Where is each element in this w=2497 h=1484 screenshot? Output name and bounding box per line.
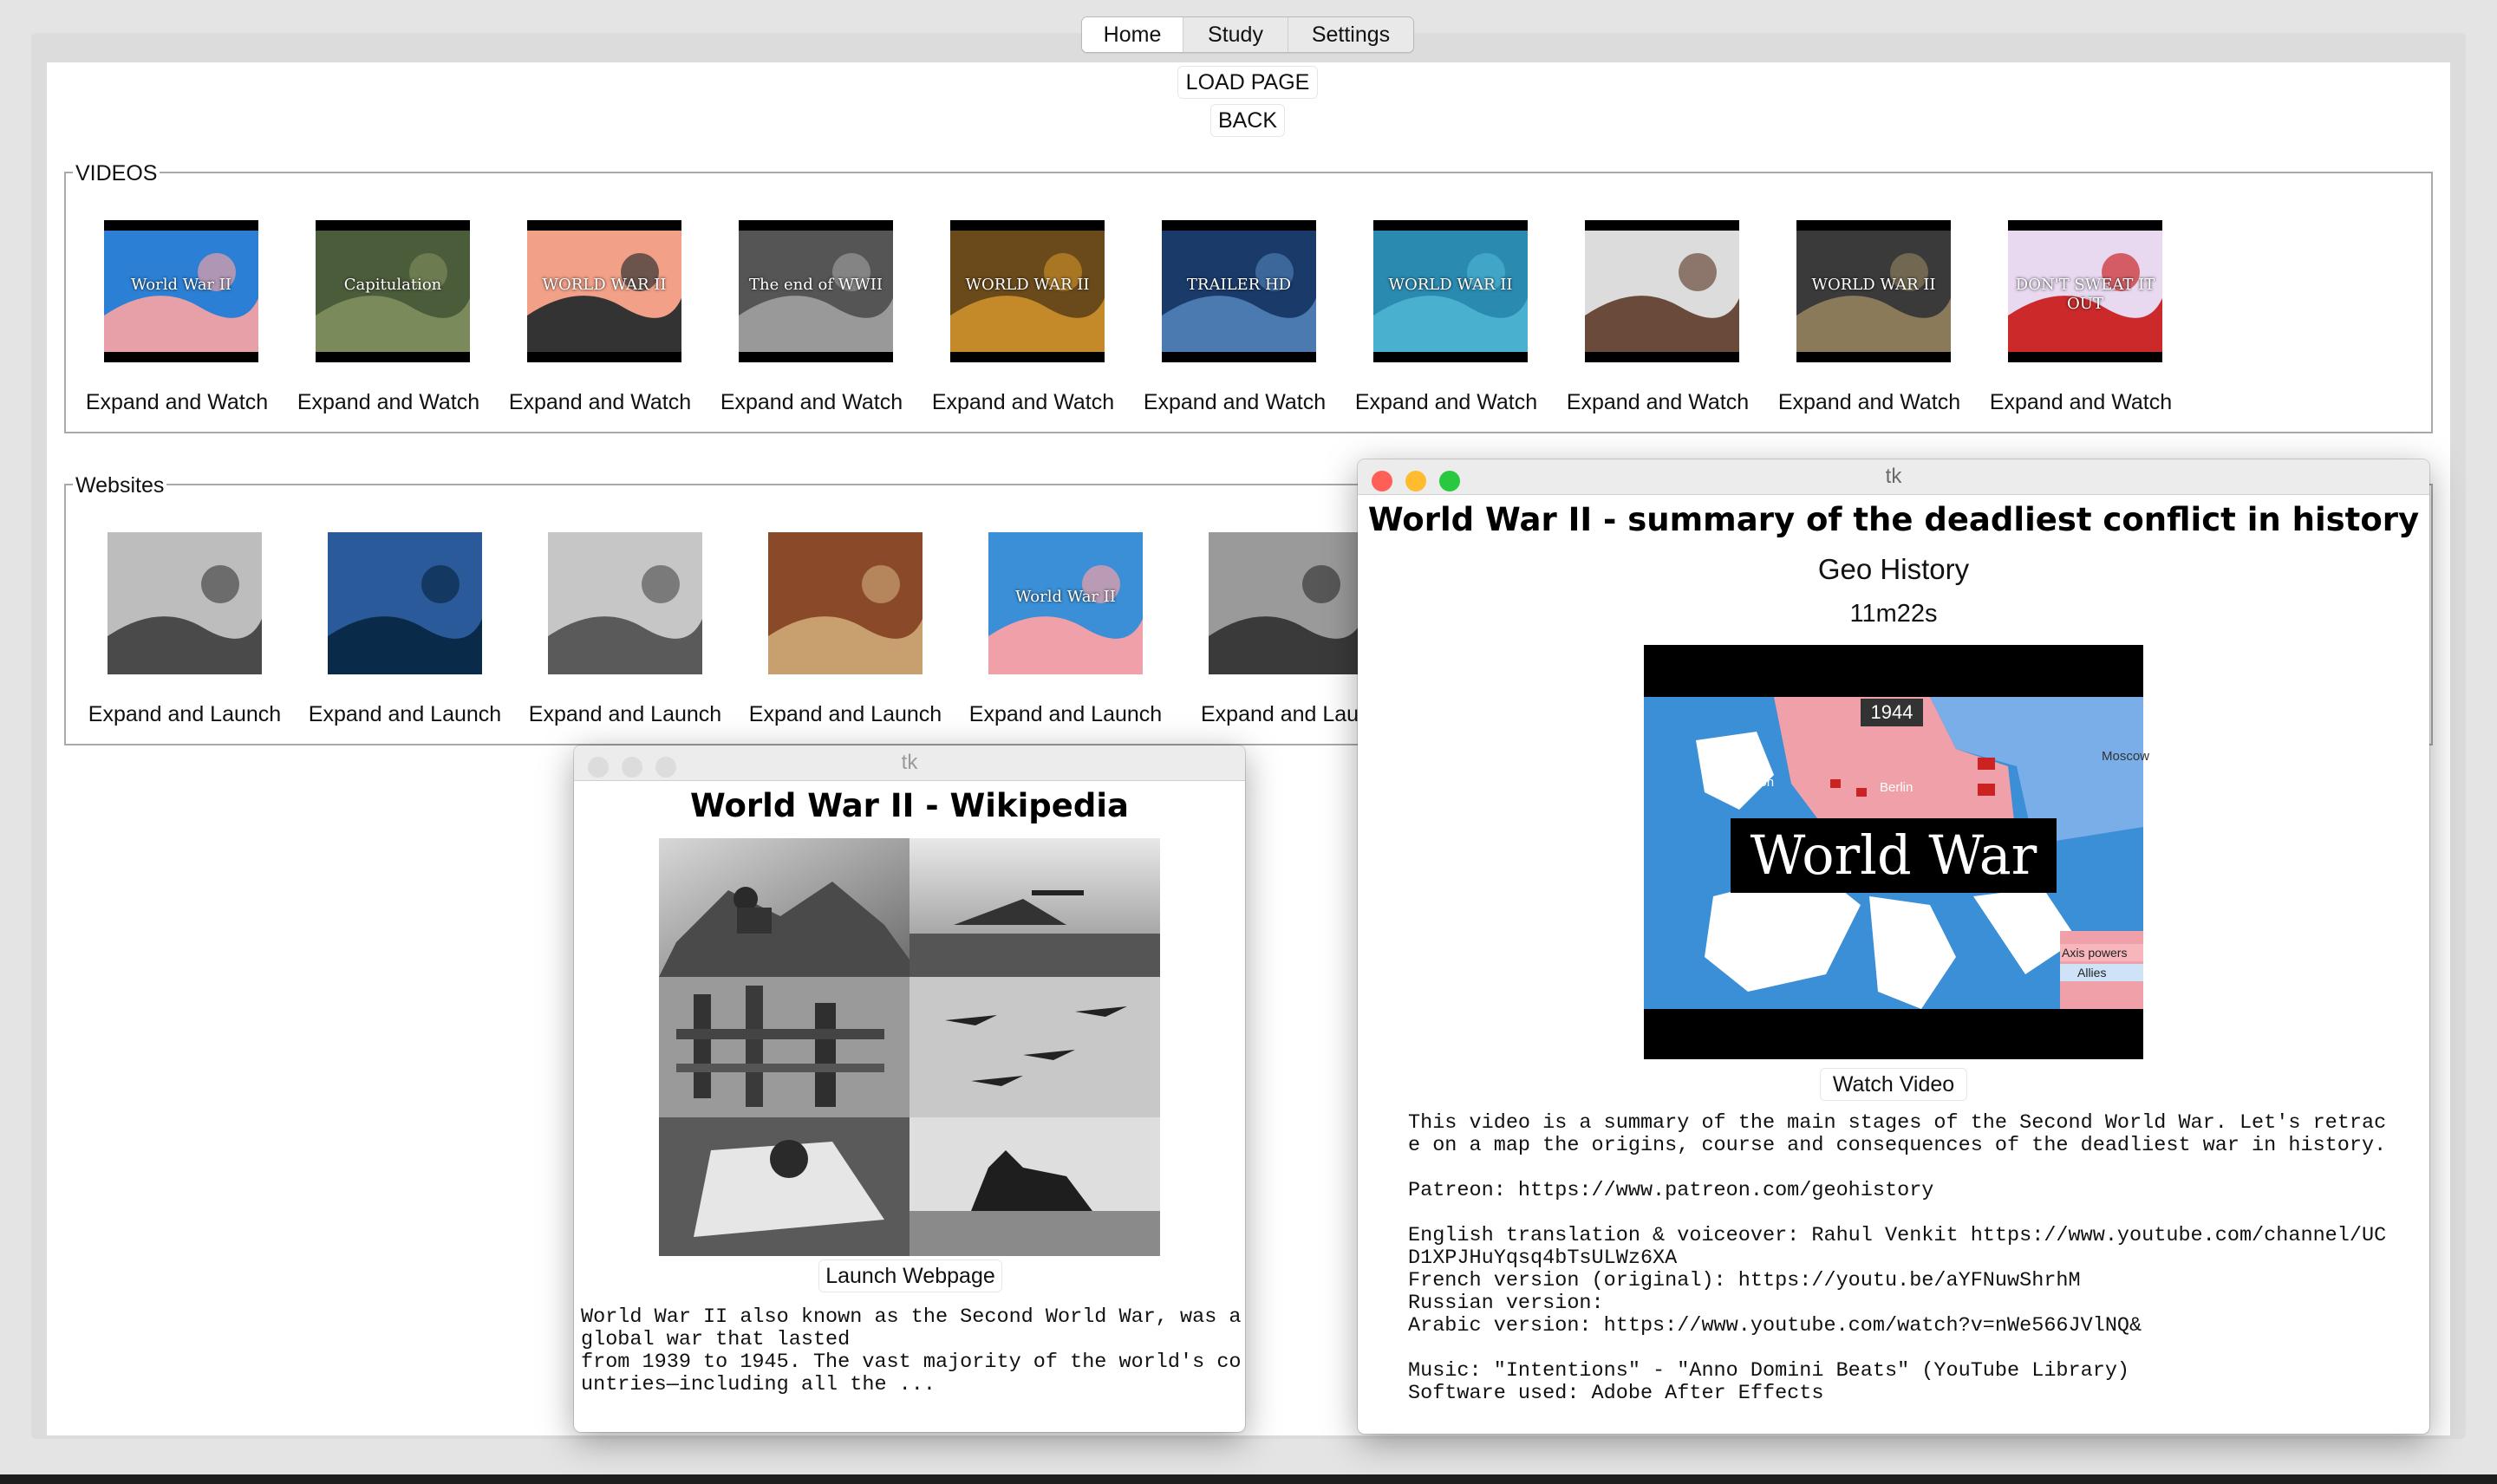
video-description-line (1408, 1338, 2386, 1360)
video-description-line: Russian version: (1408, 1292, 1604, 1315)
map-legend-allies: Allies (2077, 966, 2107, 980)
wikipedia-collage-image (659, 838, 1160, 1256)
video-description-line: French version (original): https://youtu… (1408, 1269, 2081, 1292)
website-thumbnail-6 (1209, 532, 1363, 674)
video-description-line: D1XPJHuYqsq4bTsULWz6XA (1408, 1246, 1678, 1270)
load-page-button[interactable]: LOAD PAGE (1177, 66, 1318, 99)
map-label-moscow: Moscow (2102, 749, 2150, 764)
video-thumbnail-7: WORLD WAR II (1373, 220, 1528, 362)
expand-and-launch-button-4[interactable]: Expand and Launch (742, 699, 949, 730)
wikipedia-summary: World War II also known as the Second Wo… (581, 1306, 1242, 1396)
video-thumbnail-2: Capitulation (316, 220, 470, 362)
video-thumbnail-3: WORLD WAR II (527, 220, 681, 362)
thumbnail-caption: Capitulation (343, 276, 442, 294)
expand-and-watch-button-1[interactable]: Expand and Watch (78, 387, 276, 418)
video-channel: Geo History (1817, 553, 1970, 585)
map-label-london: London (1731, 775, 1775, 790)
thumbnail-caption: World War II (131, 276, 231, 294)
video-description-line: e on a map the origins, course and conse… (1408, 1134, 2387, 1157)
screen-bottom-edge (0, 1474, 2497, 1484)
expand-and-watch-button-7[interactable]: Expand and Watch (1347, 387, 1545, 418)
expand-and-watch-button-4[interactable]: Expand and Watch (713, 387, 910, 418)
expand-and-watch-button-9[interactable]: Expand and Watch (1770, 387, 1968, 418)
wikipedia-summary-line: World War II also known as the Second Wo… (581, 1305, 1242, 1329)
window-title: tk (1885, 465, 1902, 488)
thumbnail-caption: WORLD WAR II (1811, 276, 1936, 294)
website-thumbnail-3 (548, 532, 702, 674)
video-thumbnail-10: DON'T SWEAT IT OUT (2008, 220, 2162, 362)
website-thumbnail-1 (108, 532, 262, 674)
thumbnail-caption: TRAILER HD (1186, 276, 1292, 294)
expand-and-watch-button-8[interactable]: Expand and Watch (1559, 387, 1757, 418)
video-thumbnail-title: World War II (1750, 823, 2037, 961)
map-label-berlin: Berlin (1880, 780, 1913, 795)
video-description-line (1408, 1157, 2386, 1180)
wikipedia-heading: World War II - Wikipedia (690, 787, 1129, 824)
video-thumbnail-4: The end of WWII (739, 220, 893, 362)
wikipedia-window-titlebar[interactable]: tk (574, 745, 1245, 781)
video-window-titlebar[interactable]: tk (1358, 459, 2429, 495)
website-thumbnail-2 (328, 532, 482, 674)
video-description-line: Music: "Intentions" - "Anno Domini Beats… (1408, 1359, 2130, 1383)
window-title: tk (901, 751, 918, 774)
website-thumbnail-5: World War II (988, 532, 1143, 674)
video-thumbnail-5: WORLD WAR II (950, 220, 1105, 362)
website-thumbnail-4 (768, 532, 923, 674)
thumbnail-caption: World War II (1015, 588, 1116, 606)
thumbnail-caption: WORLD WAR II (965, 276, 1090, 294)
wikipedia-summary-line: untries—including all the ... (581, 1373, 936, 1396)
thumbnail-caption: DON'T SWEAT IT OUT (2015, 276, 2155, 313)
tab-home[interactable]: Home (1082, 17, 1183, 52)
expand-and-launch-button-1[interactable]: Expand and Launch (81, 699, 288, 730)
video-description-line: Software used: Adobe After Effects (1408, 1382, 1824, 1405)
video-thumbnail-1: World War II (104, 220, 258, 362)
tab-bar: Home Study Settings (1081, 16, 1414, 53)
video-thumbnail-6: TRAILER HD (1162, 220, 1316, 362)
expand-and-launch-button-2[interactable]: Expand and Launch (302, 699, 508, 730)
map-legend-axis: Axis powers (2062, 946, 2128, 960)
back-button[interactable]: BACK (1210, 104, 1285, 137)
video-heading: World War II - summary of the deadliest … (1367, 501, 2420, 538)
video-description: This video is a summary of the main stag… (1408, 1112, 2386, 1405)
video-description-line (1408, 1202, 2386, 1225)
expand-and-watch-button-5[interactable]: Expand and Watch (924, 387, 1122, 418)
tab-settings[interactable]: Settings (1288, 17, 1413, 52)
video-description-line: English translation & voiceover: Rahul V… (1408, 1224, 2387, 1247)
tab-study[interactable]: Study (1183, 17, 1288, 52)
video-description-line: Arabic version: https://www.youtube.com/… (1408, 1314, 2142, 1338)
expand-and-launch-button-5[interactable]: Expand and Launch (962, 699, 1169, 730)
video-thumbnail-9: WORLD WAR II (1796, 220, 1951, 362)
wikipedia-summary-line: global war that lasted (581, 1328, 851, 1351)
websites-group-title: Websites (73, 473, 167, 498)
expand-and-launch-button-3[interactable]: Expand and Launch (522, 699, 728, 730)
video-duration: 11m22s (1849, 600, 1938, 628)
video-description-line: Patreon: https://www.patreon.com/geohist… (1408, 1179, 1934, 1202)
video-detail-window: tk World War II - summary of the deadlie… (1358, 459, 2429, 1434)
expand-and-watch-button-2[interactable]: Expand and Watch (290, 387, 487, 418)
wikipedia-window: tk World War II - Wikipedia Launch Webpa… (574, 745, 1245, 1432)
thumbnail-caption: WORLD WAR II (542, 276, 667, 294)
expand-and-watch-button-3[interactable]: Expand and Watch (501, 387, 699, 418)
video-thumbnail-year: 1944 (1870, 701, 1913, 723)
video-description-line: This video is a summary of the main stag… (1408, 1111, 2387, 1135)
expand-and-watch-button-10[interactable]: Expand and Watch (1982, 387, 2180, 418)
expand-and-watch-button-6[interactable]: Expand and Watch (1136, 387, 1333, 418)
watch-video-button[interactable]: Watch Video (1820, 1068, 1967, 1101)
thumbnail-caption: WORLD WAR II (1388, 276, 1513, 294)
videos-group-title: VIDEOS (73, 161, 160, 186)
video-thumbnail-8 (1585, 220, 1739, 362)
wikipedia-summary-line: from 1939 to 1945. The vast majority of … (581, 1351, 1242, 1374)
video-thumbnail[interactable]: World War II 1944 London Berlin Moscow A… (1644, 645, 2149, 1059)
launch-webpage-button[interactable]: Launch Webpage (818, 1259, 1002, 1292)
thumbnail-caption: The end of WWII (749, 276, 883, 294)
